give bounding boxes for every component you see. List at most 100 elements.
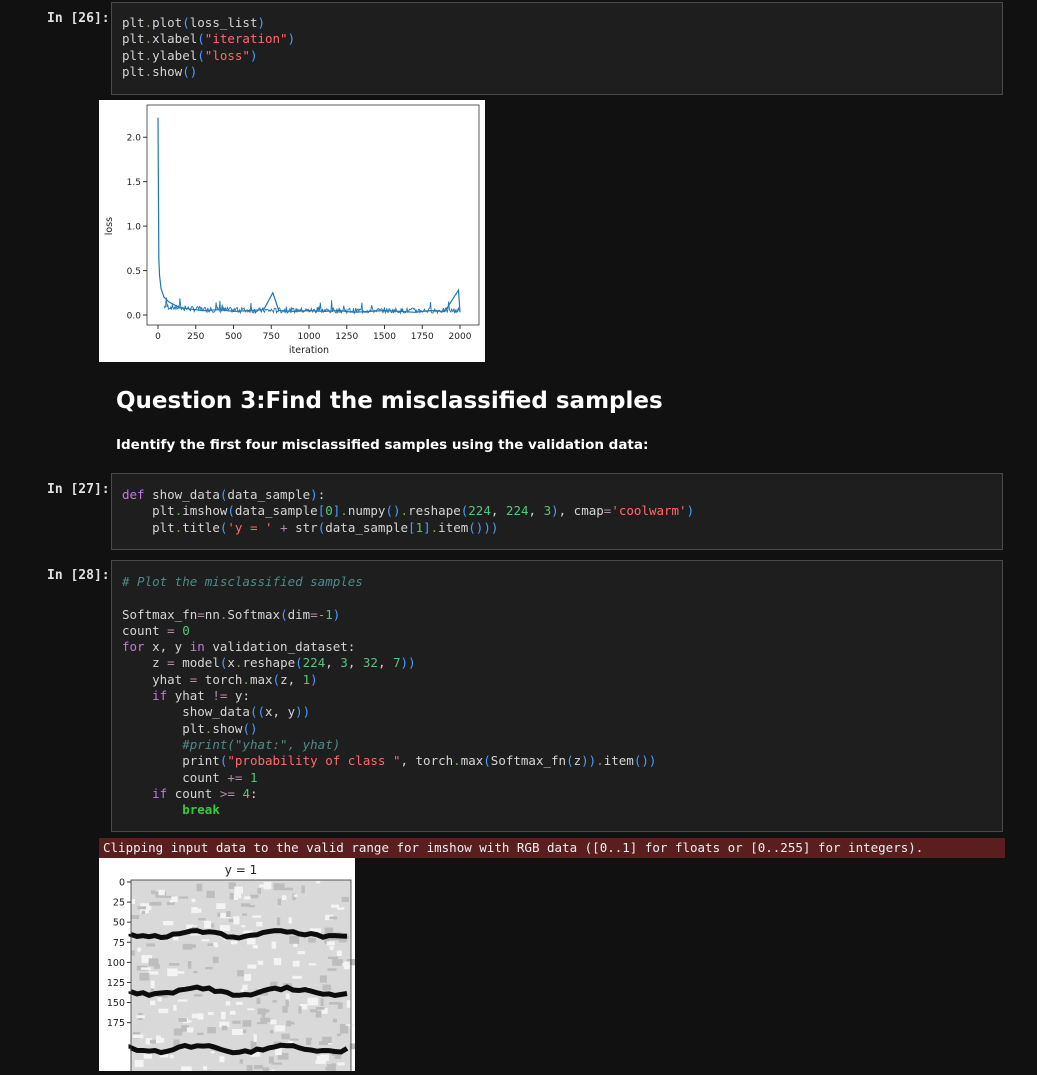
- image-speckle: [336, 950, 342, 956]
- image-speckle: [248, 905, 256, 908]
- image-speckle: [232, 1029, 243, 1035]
- image-speckle: [186, 1027, 194, 1033]
- code-text: def show_data(data_sample): plt.imshow(d…: [122, 487, 695, 535]
- image-speckle: [226, 911, 231, 917]
- image-speckle: [158, 889, 165, 896]
- image-speckle: [247, 938, 256, 945]
- y-tick-label: 1.0: [127, 223, 142, 233]
- image-speckle: [329, 1002, 340, 1005]
- y-tick-label: 0.5: [127, 267, 141, 277]
- image-speckle: [331, 904, 339, 908]
- image-speckle: [269, 1030, 274, 1034]
- image-speckle: [297, 951, 305, 955]
- image-speckle: [203, 1066, 208, 1071]
- image-speckle: [257, 888, 261, 894]
- image-speckle: [173, 1028, 183, 1036]
- image-speckle: [131, 915, 139, 919]
- image-speckle: [274, 1025, 285, 1032]
- code-text: plt.plot(loss_list) plt.xlabel("iteratio…: [122, 15, 296, 79]
- image-speckle: [327, 941, 335, 946]
- loss-chart: 0.0 0.5 1.0 1.5 2.0 0 250 500 750 1000 1250 1500 175…: [99, 100, 485, 362]
- image-speckle: [289, 935, 300, 944]
- image-speckle: [237, 970, 244, 977]
- image-speckle: [158, 1008, 169, 1014]
- y-tick-label: 2.0: [127, 134, 142, 144]
- code-cell[interactable]: # Plot the misclassified samples Softmax…: [111, 560, 1003, 832]
- image-y-tick-label: 100: [107, 958, 125, 969]
- image-speckle: [131, 899, 135, 905]
- y-axis-label: loss: [104, 217, 115, 235]
- image-speckle: [152, 901, 162, 906]
- image-speckle: [282, 1005, 288, 1013]
- image-speckle: [271, 1062, 283, 1065]
- image-speckle: [337, 1002, 343, 1009]
- image-speckle: [219, 1056, 225, 1063]
- image-speckle: [229, 1010, 236, 1015]
- image-speckle: [244, 974, 252, 981]
- image-speckle: [270, 1019, 277, 1025]
- image-speckle: [272, 999, 277, 1003]
- image-speckle: [285, 999, 289, 1007]
- image-speckle: [230, 941, 238, 945]
- image-speckle: [233, 916, 240, 925]
- x-tick-label: 750: [263, 332, 280, 342]
- image-speckle: [254, 1065, 264, 1070]
- image-speckle: [187, 961, 192, 969]
- image-y-tick-label: 50: [113, 918, 125, 929]
- image-speckle: [289, 1038, 299, 1041]
- image-output: y = 1 0 25 50 75 100 125 150 175: [99, 858, 358, 1075]
- cell-prompt: In [28]:: [47, 568, 110, 583]
- x-tick-label: 1000: [298, 332, 321, 342]
- image-speckle: [207, 1027, 216, 1034]
- image-speckle: [150, 980, 155, 989]
- image-speckle: [273, 957, 282, 966]
- image-speckle: [235, 1001, 243, 1005]
- image-speckle: [288, 917, 292, 924]
- x-tick-label: 0: [155, 332, 161, 342]
- image-speckle: [157, 1037, 165, 1043]
- image-speckle: [277, 898, 282, 906]
- image-y-tick-label: 125: [107, 978, 125, 989]
- image-speckle: [228, 919, 234, 923]
- image-speckle: [213, 942, 217, 947]
- image-y-tick-label: 25: [113, 898, 125, 909]
- y-tick-label: 0.0: [127, 312, 142, 322]
- image-y-tick-label: 150: [107, 998, 125, 1009]
- image-speckle: [282, 895, 287, 900]
- image-speckle: [207, 1012, 214, 1016]
- image-speckle: [139, 972, 150, 981]
- image-speckle: [301, 885, 305, 894]
- image-speckle: [322, 1036, 332, 1044]
- image-speckle: [197, 1013, 204, 1020]
- plot-frame: [146, 104, 480, 326]
- image-speckle: [225, 1001, 231, 1006]
- image-speckle: [157, 995, 168, 998]
- stderr-warning: Clipping input data to the valid range f…: [99, 838, 1005, 858]
- loss-series-line: [157, 117, 461, 313]
- image-speckle: [191, 907, 198, 914]
- image-speckle: [281, 1033, 290, 1040]
- image-speckle: [263, 881, 272, 890]
- image-speckle: [178, 896, 189, 899]
- image-speckle: [137, 906, 147, 910]
- image-speckle: [240, 988, 245, 992]
- image-speckle: [157, 997, 162, 1002]
- image-speckle: [169, 1054, 174, 1059]
- code-cell[interactable]: def show_data(data_sample): plt.imshow(d…: [111, 473, 1003, 550]
- image-speckle: [242, 913, 248, 916]
- image-speckle: [315, 1007, 325, 1010]
- image-speckle: [167, 968, 178, 977]
- image-speckle: [141, 910, 145, 914]
- image-speckle: [341, 896, 349, 902]
- image-speckle: [242, 1020, 252, 1027]
- image-speckle: [292, 975, 302, 979]
- image-speckle: [256, 921, 263, 927]
- image-speckle: [201, 939, 210, 942]
- image-speckle: [196, 1032, 204, 1036]
- image-speckle: [173, 1004, 177, 1011]
- image-speckle: [276, 917, 281, 926]
- image-speckle: [221, 1025, 228, 1031]
- image-y-tick-label: 175: [107, 1018, 125, 1029]
- code-cell[interactable]: plt.plot(loss_list) plt.xlabel("iteratio…: [111, 2, 1003, 95]
- image-speckle: [275, 1048, 282, 1056]
